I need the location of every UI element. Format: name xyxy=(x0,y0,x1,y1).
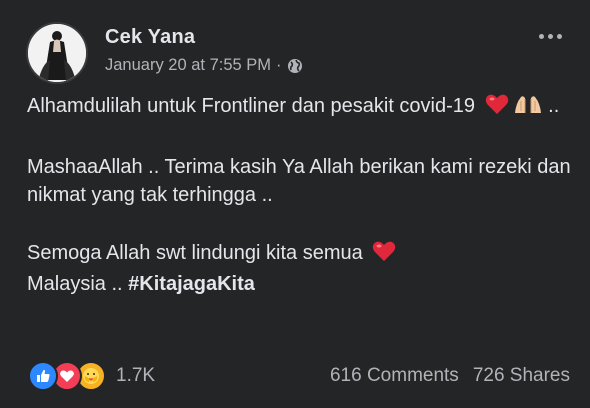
paragraph-3-text-2: Malaysia .. xyxy=(27,273,123,295)
post-timestamp[interactable]: January 20 at 7:55 PM xyxy=(105,56,271,75)
globe-icon[interactable] xyxy=(287,58,303,74)
comments-count[interactable]: 616 Comments xyxy=(330,365,459,387)
avatar-image xyxy=(28,24,86,82)
post-paragraph-2: MashaaAllah .. Terima kasih Ya Allah ber… xyxy=(27,156,571,206)
post-meta: January 20 at 7:55 PM · xyxy=(105,56,303,75)
shares-count[interactable]: 726 Shares xyxy=(473,365,570,387)
meta-separator: · xyxy=(276,56,282,74)
red-heart-icon xyxy=(485,93,509,123)
author-avatar[interactable] xyxy=(26,22,88,84)
author-name[interactable]: Cek Yana xyxy=(105,26,195,49)
red-heart-icon xyxy=(372,240,396,270)
more-options-icon[interactable] xyxy=(539,34,562,39)
paragraph-1-text: Alhamdulilah untuk Frontliner dan pesaki… xyxy=(27,95,476,117)
post-body: Alhamdulilah untuk Frontliner dan pesaki… xyxy=(27,92,572,298)
post-footer: 1.7K 616 Comments 726 Shares xyxy=(28,360,570,392)
reaction-count[interactable]: 1.7K xyxy=(116,365,155,387)
reaction-icons[interactable] xyxy=(28,361,106,391)
post-paragraph-1: Alhamdulilah untuk Frontliner dan pesaki… xyxy=(27,92,572,123)
hashtag-link[interactable]: #KitajagaKita xyxy=(128,273,255,295)
post-paragraph-3: Semoga Allah swt lindungi kita semua Mal… xyxy=(27,239,572,298)
praying-hands-icon xyxy=(513,93,543,123)
like-icon xyxy=(28,361,58,391)
paragraph-3-text: Semoga Allah swt lindungi kita semua xyxy=(27,242,363,264)
paragraph-1-suffix: .. xyxy=(548,95,560,117)
facebook-post: Cek Yana January 20 at 7:55 PM · Alhamdu… xyxy=(0,0,590,408)
